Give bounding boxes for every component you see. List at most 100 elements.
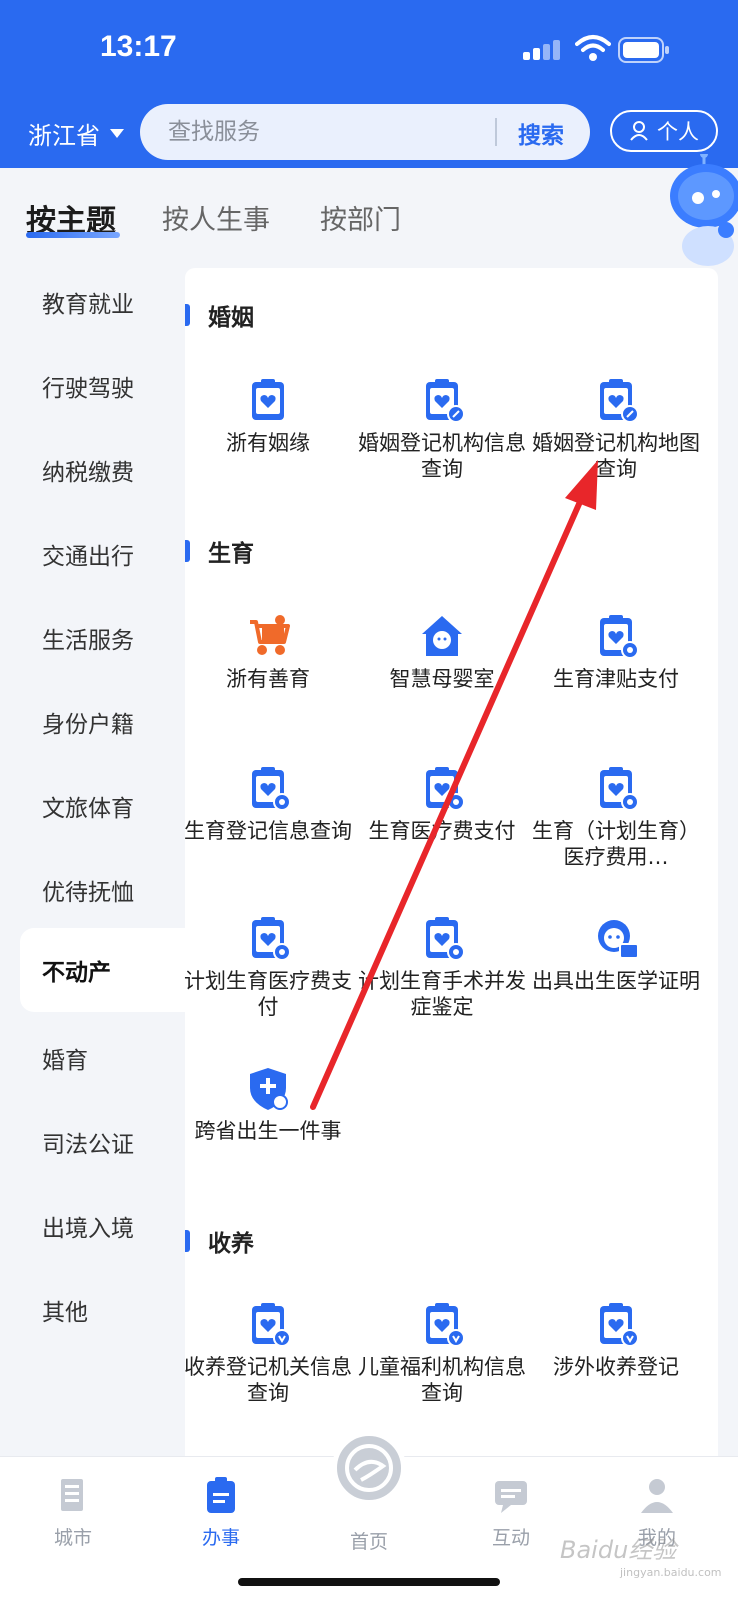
province-selector[interactable]: 浙江省: [28, 116, 124, 151]
service-label: 计划生育手术并发症鉴定: [358, 969, 526, 1019]
clipboard-heart-edit-icon: [600, 379, 639, 423]
active-tab-indicator: [26, 232, 120, 238]
category-tabs: 按主题 按人生事 按部门: [0, 168, 738, 260]
nav-home-button[interactable]: [332, 1431, 406, 1505]
service-item[interactable]: 浙有善育: [179, 612, 357, 692]
section-title-text: 生育: [208, 541, 254, 567]
service-item[interactable]: 涉外收养登记: [527, 1300, 705, 1380]
sidebar-item-tax[interactable]: 纳税缴费: [0, 428, 185, 512]
service-item[interactable]: 浙有姻缘: [179, 376, 357, 456]
status-bar: 13:17: [0, 0, 738, 100]
service-item[interactable]: 智慧母婴室: [353, 612, 531, 692]
sidebar-item-identity[interactable]: 身份户籍: [0, 680, 185, 764]
home-logo-icon: [345, 1444, 393, 1492]
chat-icon: [495, 1481, 527, 1513]
watermark-url: jingyan.baidu.com: [620, 1566, 722, 1579]
clipboard-baby-icon: [600, 615, 639, 659]
personal-label: 个人: [657, 120, 699, 144]
clipboard-heart-location-icon: [426, 1303, 465, 1347]
service-item[interactable]: 出具出生医学证明: [527, 914, 705, 994]
service-label: 浙有善育: [226, 667, 310, 691]
service-label: 出具出生医学证明: [532, 969, 700, 993]
search-input[interactable]: [168, 114, 468, 150]
caret-down-icon: [110, 129, 124, 138]
service-item[interactable]: 生育津贴支付: [527, 612, 705, 692]
header: 13:17 浙江省 搜索: [0, 0, 738, 168]
service-label: 收养登记机关信息查询: [184, 1355, 352, 1405]
service-label: 生育登记信息查询: [184, 819, 352, 843]
service-item[interactable]: 生育登记信息查询: [179, 764, 357, 844]
tab-by-life-event[interactable]: 按人生事: [162, 198, 270, 237]
stroller-icon: [250, 615, 290, 655]
service-item[interactable]: 儿童福利机构信息查询: [353, 1300, 531, 1406]
nav-city[interactable]: 城市: [28, 1475, 118, 1550]
search-divider: [495, 118, 497, 146]
user-icon: [641, 1479, 673, 1513]
section-title-text: 婚姻: [208, 305, 254, 331]
house-baby-icon: [422, 616, 462, 656]
nav-services[interactable]: 办事: [176, 1475, 266, 1550]
service-label: 跨省出生一件事: [194, 1119, 342, 1143]
section-title-marriage: 婚姻: [185, 298, 254, 332]
theme-sidebar: 教育就业 行驶驾驶 纳税缴费 交通出行 生活服务 身份户籍 文旅体育 优待抚恤 …: [0, 260, 185, 1460]
section-accent-bar: [185, 1230, 190, 1252]
service-item[interactable]: 跨省出生一件事: [179, 1064, 357, 1144]
service-label: 生育医疗费支付: [368, 819, 516, 843]
clipboard-baby-icon: [426, 917, 465, 961]
clipboard-heart-location-icon: [252, 1303, 291, 1347]
sidebar-item-preferential[interactable]: 优待抚恤: [0, 848, 185, 932]
tab-by-department[interactable]: 按部门: [320, 198, 401, 237]
section-title-text: 收养: [208, 1231, 254, 1257]
shield-baby-icon: [250, 1068, 288, 1110]
service-item[interactable]: 婚姻登记机构信息查询: [353, 376, 531, 482]
clipboard-heart-icon: [252, 379, 284, 420]
top-bar: 浙江省 搜索 个人: [0, 102, 738, 162]
nav-interaction[interactable]: 互动: [466, 1475, 556, 1550]
sidebar-item-other[interactable]: 其他: [0, 1268, 185, 1352]
wifi-icon: [575, 35, 611, 61]
sidebar-item-exit-entry[interactable]: 出境入境: [0, 1184, 185, 1268]
service-label: 生育（计划生育）医疗费用…: [532, 819, 700, 869]
section-accent-bar: [185, 304, 190, 326]
services-panel: 婚姻 浙有姻缘 婚姻登记机构信息查询 婚姻登记机构地图查询 生育 浙有善育 智慧…: [184, 268, 718, 1468]
watermark: Baidu经验: [560, 1536, 677, 1564]
section-accent-bar: [185, 540, 190, 562]
personal-button[interactable]: 个人: [610, 110, 718, 152]
service-label: 生育津贴支付: [553, 667, 679, 691]
service-label: 婚姻登记机构地图查询: [532, 431, 700, 481]
service-label: 计划生育医疗费支付: [184, 969, 352, 1019]
service-item[interactable]: 生育（计划生育）医疗费用…: [527, 764, 705, 870]
service-label: 婚姻登记机构信息查询: [358, 431, 526, 481]
section-title-adoption: 收养: [185, 1224, 254, 1258]
service-label: 涉外收养登记: [553, 1355, 679, 1379]
section-title-childbirth: 生育: [185, 534, 254, 568]
sidebar-item-marriage-birth[interactable]: 婚育: [0, 1016, 185, 1100]
search-box: 搜索: [140, 104, 590, 160]
sidebar-item-real-estate[interactable]: 不动产: [20, 928, 185, 1012]
clipboard-baby-icon: [426, 767, 465, 811]
sidebar-item-life-services[interactable]: 生活服务: [0, 596, 185, 680]
clipboard-heart-location-icon: [600, 1303, 639, 1347]
service-label: 儿童福利机构信息查询: [358, 1355, 526, 1405]
province-label: 浙江省: [28, 122, 100, 150]
sidebar-item-judicial[interactable]: 司法公证: [0, 1100, 185, 1184]
sidebar-item-transport[interactable]: 交通出行: [0, 512, 185, 596]
nav-label: 办事: [201, 1527, 240, 1549]
service-item[interactable]: 婚姻登记机构地图查询: [527, 376, 705, 482]
baby-card-icon: [598, 920, 639, 959]
sidebar-item-culture-sports[interactable]: 文旅体育: [0, 764, 185, 848]
service-item[interactable]: 计划生育手术并发症鉴定: [353, 914, 531, 1020]
clipboard-baby-icon: [252, 767, 291, 811]
service-item[interactable]: 计划生育医疗费支付: [179, 914, 357, 1020]
clipboard-baby-icon: [600, 767, 639, 811]
service-item[interactable]: 收养登记机关信息查询: [179, 1300, 357, 1406]
battery-icon: [618, 37, 669, 63]
search-button[interactable]: 搜索: [508, 116, 574, 149]
sidebar-item-driving[interactable]: 行驶驾驶: [0, 344, 185, 428]
service-item[interactable]: 生育医疗费支付: [353, 764, 531, 844]
sidebar-item-education[interactable]: 教育就业: [0, 260, 185, 344]
clipboard-icon: [207, 1477, 235, 1513]
nav-home-label: 首页: [349, 1531, 388, 1553]
status-time: 13:17: [100, 30, 177, 63]
clipboard-baby-icon: [252, 917, 291, 961]
